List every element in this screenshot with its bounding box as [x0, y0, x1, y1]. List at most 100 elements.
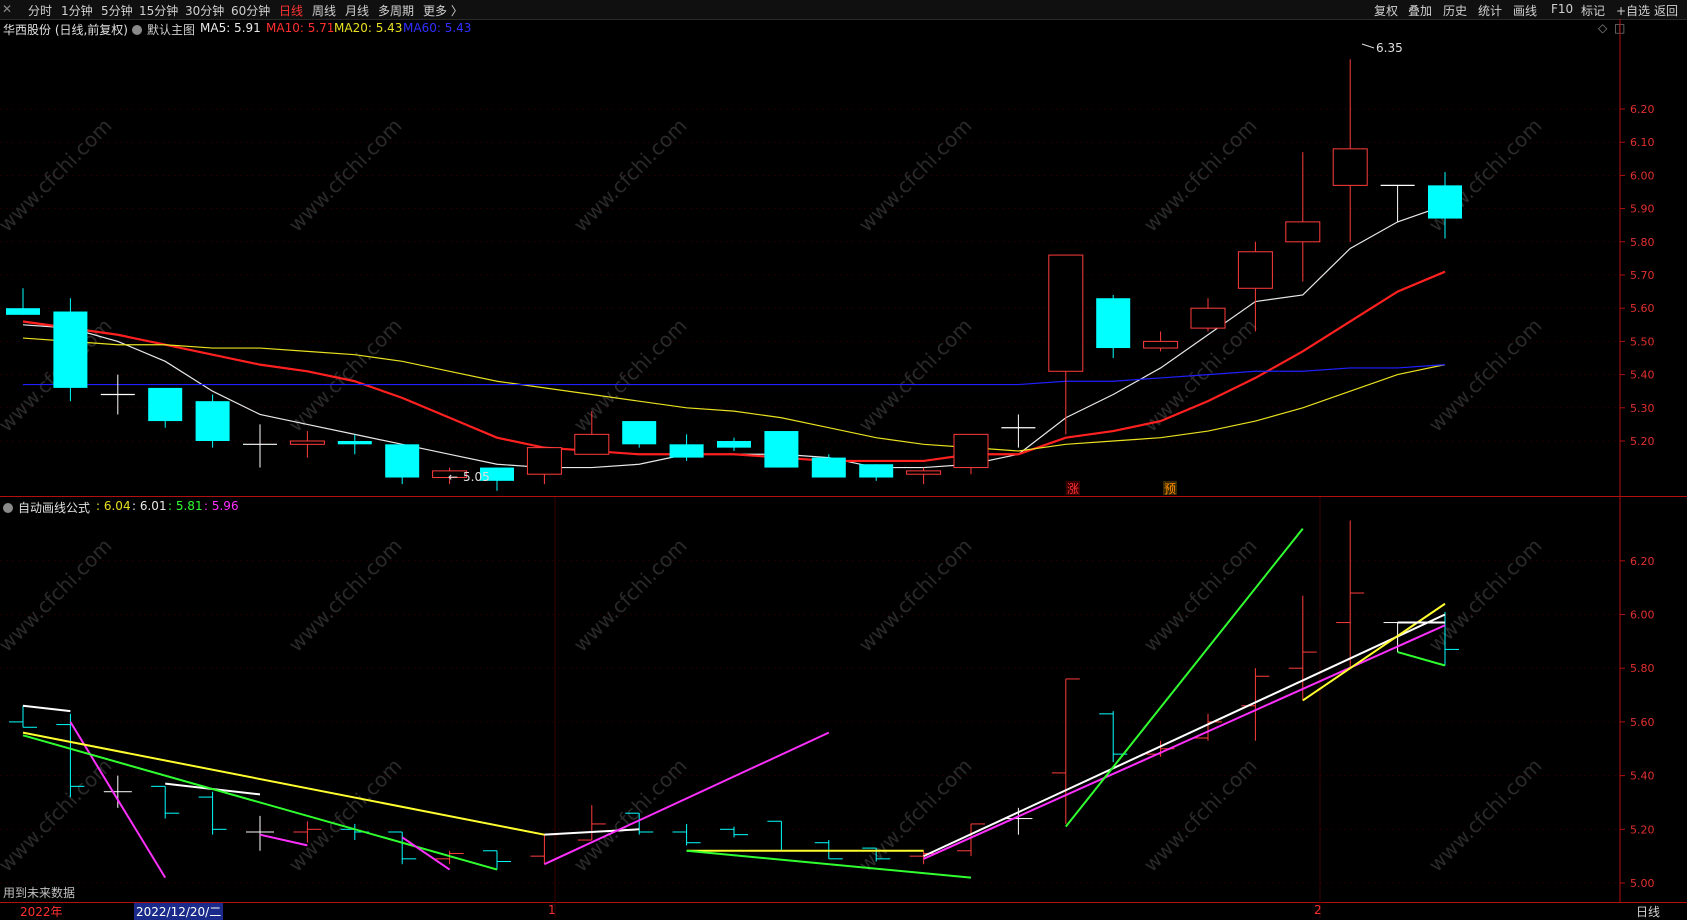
ohlc-bar [957, 823, 985, 857]
tab-weekly[interactable]: 周线 [312, 2, 336, 19]
candle[interactable] [289, 431, 325, 458]
fuquan-button[interactable]: 复权 [1374, 2, 1398, 19]
candle[interactable] [480, 467, 514, 491]
ohlc-bar [814, 840, 843, 860]
candle-body [526, 447, 562, 475]
tab-1min[interactable]: 1分钟 [61, 2, 93, 19]
candle[interactable] [1285, 152, 1321, 282]
tab-multi-period[interactable]: 多周期 [378, 2, 414, 19]
tab-monthly[interactable]: 月线 [345, 2, 369, 19]
ohlc-bar [1099, 711, 1128, 763]
candle[interactable] [1237, 241, 1273, 332]
ohlc-bar [862, 847, 891, 862]
kline-chart[interactable]: www.cfchi.com www.cfchi.com www.cfchi.com w… [0, 0, 1687, 918]
candle[interactable] [717, 437, 751, 451]
ma-line-ma10 [22, 270, 1446, 463]
candle[interactable] [669, 434, 704, 461]
candle[interactable] [1190, 298, 1226, 332]
candle[interactable] [1332, 59, 1368, 242]
tab-daily[interactable]: 日线 [279, 2, 303, 19]
candle-body [195, 401, 230, 441]
flag-zhang[interactable]: 涨 [1067, 481, 1079, 496]
candle[interactable] [195, 394, 230, 448]
low-marker-arrow: ← [448, 470, 458, 484]
y-tick-label: 5.60 [1630, 716, 1655, 729]
candle[interactable] [811, 454, 846, 478]
ohlc-bar [56, 713, 85, 798]
candle[interactable] [6, 288, 40, 315]
trend-line [1302, 602, 1446, 702]
tab-5min[interactable]: 5分钟 [101, 2, 133, 19]
candle[interactable] [1380, 184, 1415, 222]
period-toolbar: ✕ 分时 1分钟 5分钟 15分钟 30分钟 60分钟 日线 周线 月线 多周期… [0, 0, 1687, 20]
low-marker: 5.05 [463, 470, 490, 484]
ohlc-bar [151, 785, 180, 819]
time-axis: 2022年 2022/12/20/二 1 2 日线 [0, 902, 1687, 920]
ohlc-bar [1336, 520, 1365, 669]
ohlc-bar [1383, 622, 1412, 653]
candle[interactable] [953, 433, 989, 475]
candle-body [1332, 148, 1368, 186]
candle[interactable] [337, 434, 372, 455]
watermark-text: www.cfchi.com [569, 534, 692, 657]
watermark-text: www.cfchi.com [1424, 114, 1547, 237]
candle[interactable] [1096, 294, 1131, 358]
candle[interactable] [526, 447, 562, 485]
candle[interactable] [148, 387, 183, 428]
y-tick-label: 6.20 [1630, 103, 1655, 116]
trend-line [22, 704, 71, 713]
tab-30min[interactable]: 30分钟 [185, 2, 224, 19]
candle[interactable] [1143, 331, 1179, 352]
candle-body [6, 308, 40, 315]
candle[interactable] [1001, 414, 1036, 448]
history-button[interactable]: 历史 [1443, 2, 1467, 19]
y-tick-label: 5.80 [1630, 662, 1655, 675]
candle[interactable] [574, 411, 610, 455]
candle[interactable] [764, 431, 799, 468]
add-watchlist-button[interactable]: +自选 [1616, 2, 1650, 19]
f10-button[interactable]: F10 [1551, 2, 1573, 16]
candle[interactable] [1428, 172, 1462, 239]
ma60-value: MA60: 5.43 [403, 21, 472, 35]
trend-line [259, 833, 308, 847]
mark-button[interactable]: 标记 [1581, 2, 1605, 19]
candle[interactable] [432, 467, 468, 485]
ohlc-bar [9, 705, 37, 728]
flag-yu[interactable]: 预 [1164, 482, 1176, 496]
watermark-text: www.cfchi.com [569, 754, 692, 877]
tab-60min[interactable]: 60分钟 [231, 2, 270, 19]
menu-icon[interactable]: ✕ [2, 2, 12, 16]
candle[interactable] [622, 421, 657, 448]
candle[interactable] [243, 424, 277, 468]
tab-more[interactable]: 更多 〉 [423, 2, 463, 19]
indicator-v2: : 6.01 [132, 499, 167, 513]
candle[interactable] [100, 374, 135, 415]
tab-15min[interactable]: 15分钟 [139, 2, 178, 19]
candle[interactable] [906, 467, 942, 485]
ohlc-bar [625, 812, 654, 835]
y-tick-label: 5.30 [1630, 402, 1655, 415]
ma-line-ma60 [23, 364, 1446, 386]
candle-body [480, 467, 514, 481]
month-1: 1 [548, 903, 556, 917]
candle-body [1285, 221, 1321, 243]
candle[interactable] [859, 464, 894, 481]
template-name[interactable]: 默认主图 [147, 21, 195, 38]
tab-fenshi[interactable]: 分时 [28, 2, 52, 19]
back-button[interactable]: 返回 [1654, 2, 1678, 19]
diamond-icon[interactable]: ◇ [1598, 21, 1607, 35]
candle[interactable] [1048, 254, 1084, 435]
candle[interactable] [385, 444, 420, 485]
panel-toggle-icon[interactable]: ◫ [1614, 21, 1625, 35]
draw-button[interactable]: 画线 [1513, 2, 1537, 19]
ohlc-bar [1194, 713, 1222, 741]
candle[interactable] [53, 298, 88, 402]
year-label: 2022年 [20, 905, 63, 919]
overlay-button[interactable]: 叠加 [1408, 2, 1432, 19]
stats-button[interactable]: 统计 [1478, 2, 1502, 19]
y-tick-label: 5.70 [1630, 269, 1655, 282]
candle-body [1143, 340, 1179, 349]
candle-body [811, 457, 846, 478]
ohlc-bar [198, 791, 227, 835]
indicator-name[interactable]: 自动画线公式 [18, 499, 90, 516]
